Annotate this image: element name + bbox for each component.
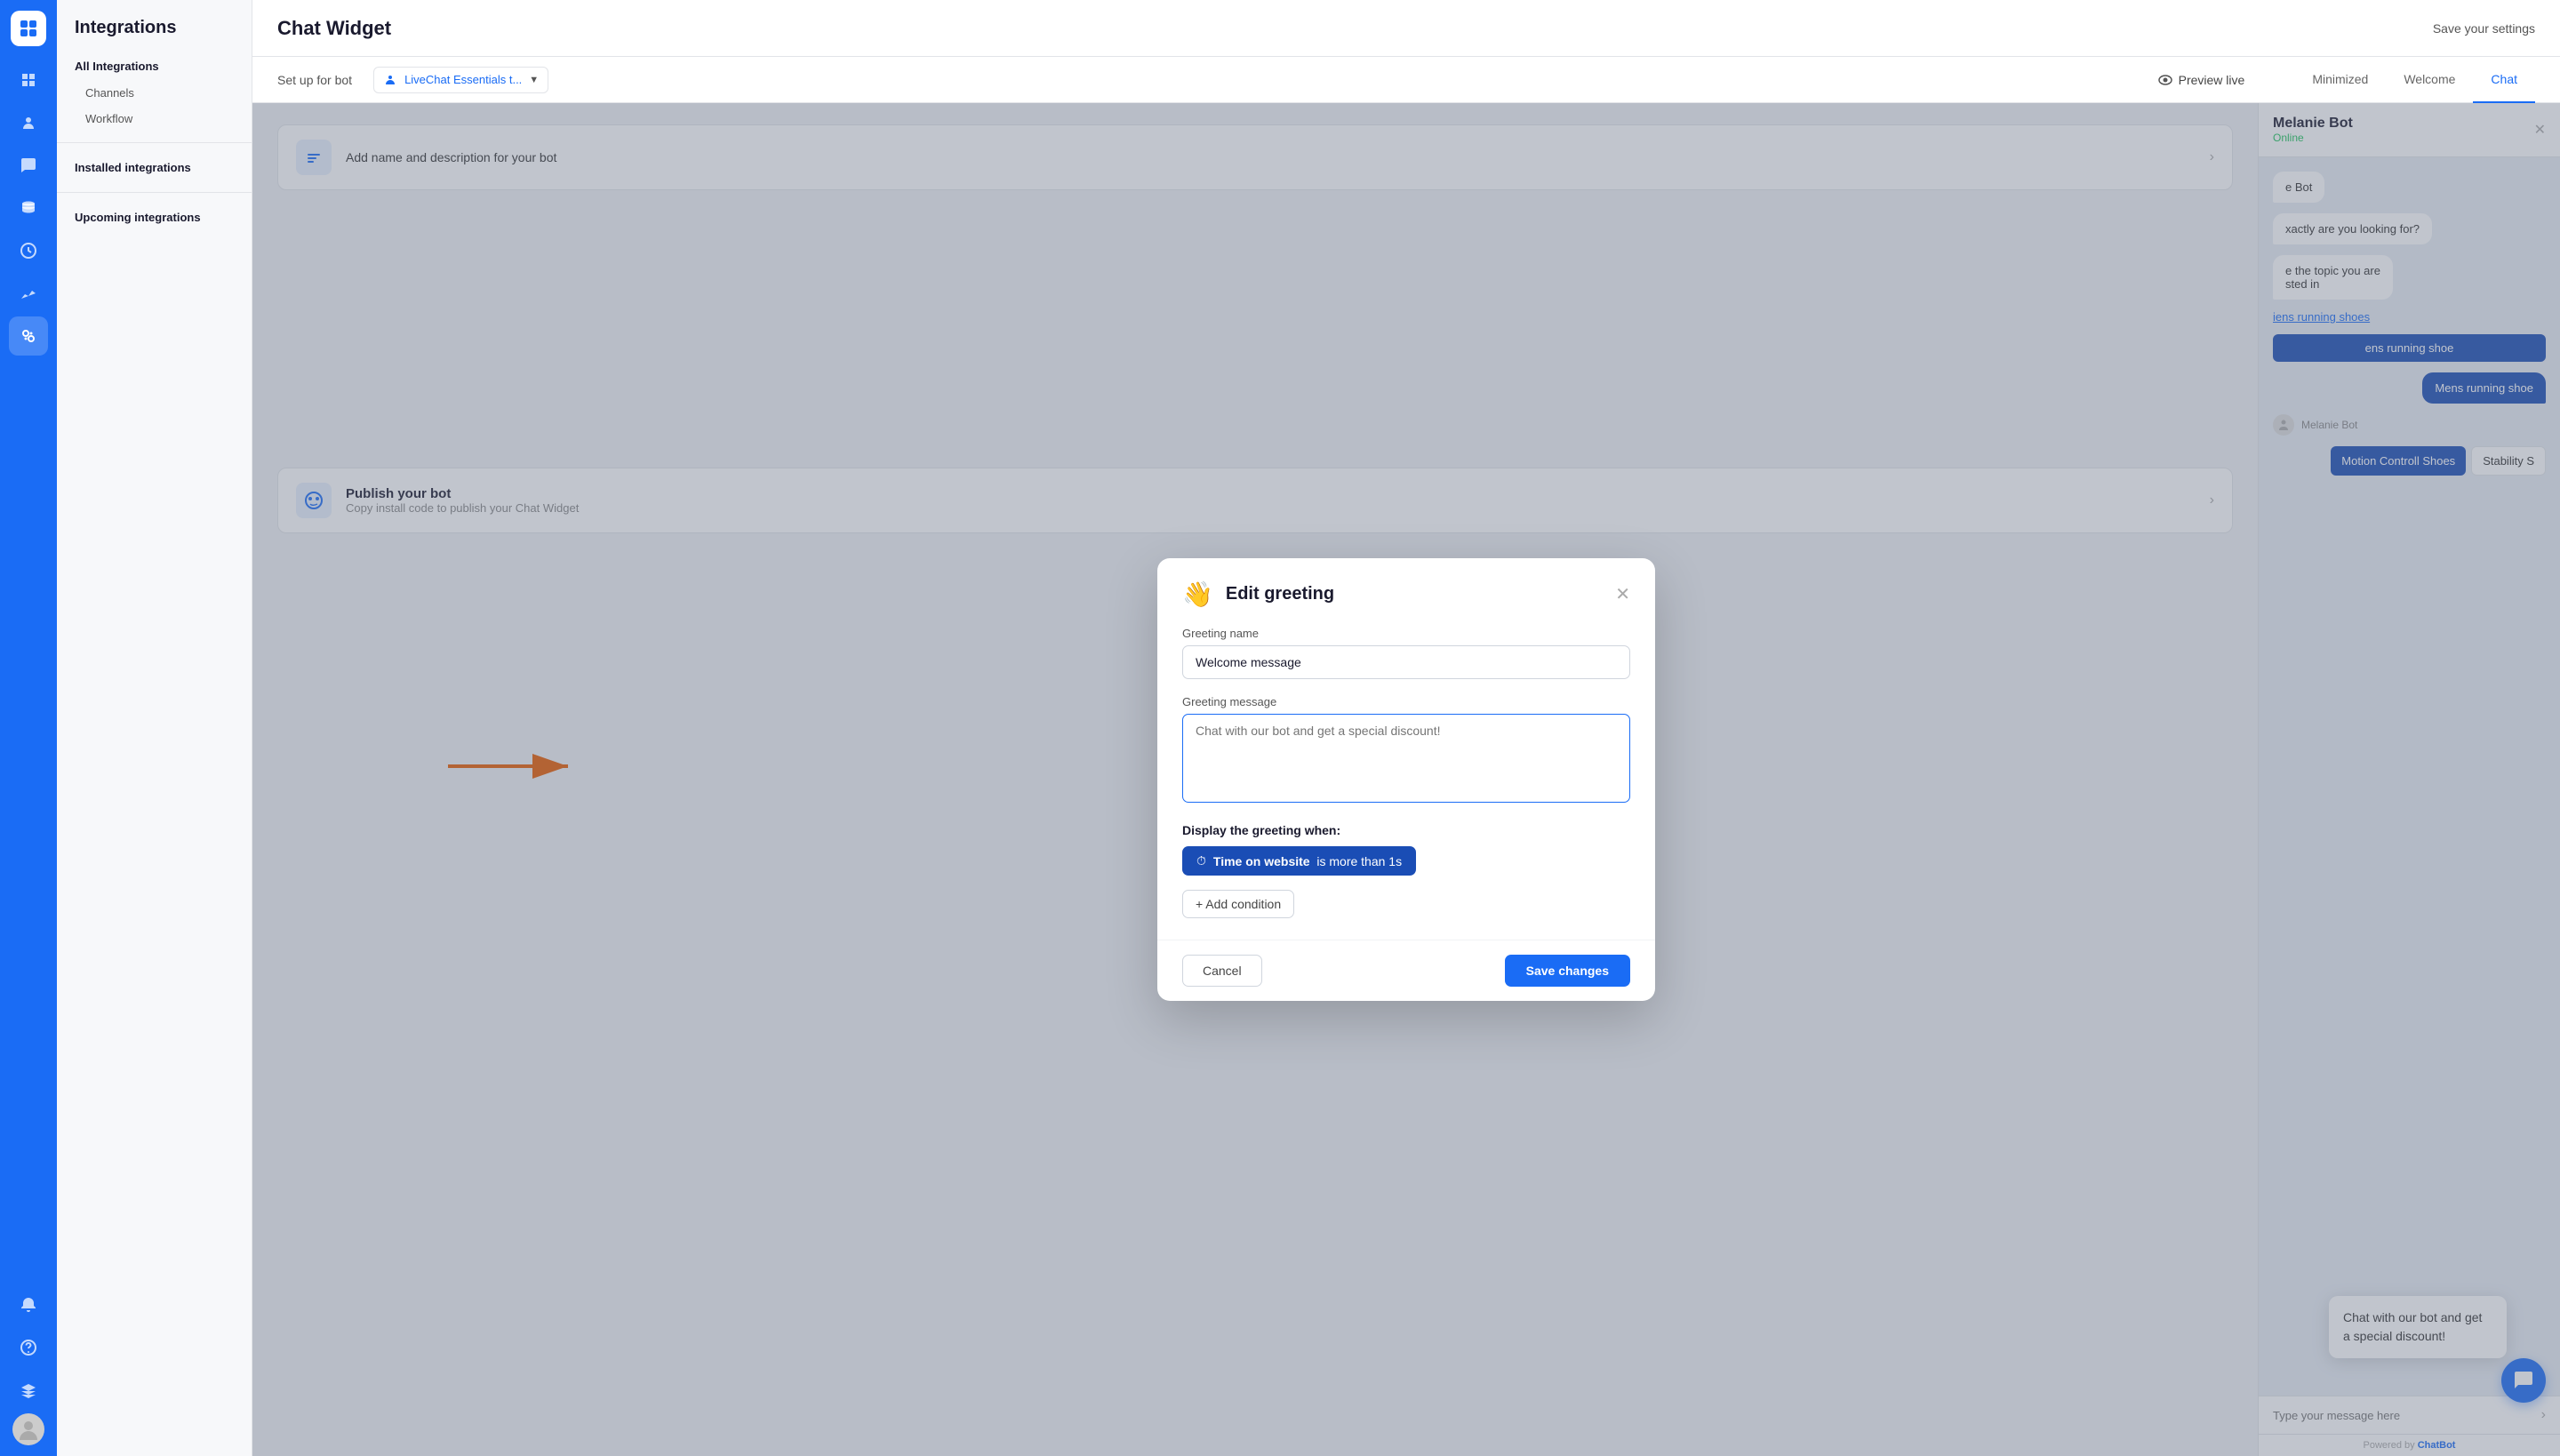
modal-close-button[interactable]: ✕ bbox=[1615, 586, 1630, 604]
database-icon[interactable] bbox=[9, 188, 48, 228]
bot-selector[interactable]: LiveChat Essentials t... ▼ bbox=[373, 67, 548, 93]
add-condition-button[interactable]: + Add condition bbox=[1182, 890, 1294, 918]
content-area: Add name and description for your bot › … bbox=[252, 103, 2560, 1456]
dashboard-icon[interactable] bbox=[9, 60, 48, 100]
condition-tag[interactable]: ⏱ Time on website is more than 1s bbox=[1182, 846, 1416, 876]
greeting-message-textarea[interactable] bbox=[1182, 714, 1630, 803]
greeting-name-group: Greeting name bbox=[1182, 627, 1630, 679]
left-nav-title: Integrations bbox=[57, 18, 252, 52]
user-avatar[interactable] bbox=[12, 1413, 44, 1445]
nav-workflow[interactable]: Workflow bbox=[57, 106, 252, 132]
left-nav: Integrations All Integrations Channels W… bbox=[57, 0, 252, 1456]
page-title: Chat Widget bbox=[277, 17, 391, 40]
nav-divider-1 bbox=[57, 142, 252, 143]
sidebar bbox=[0, 0, 57, 1456]
greeting-icon: 👋 bbox=[1182, 580, 1213, 609]
condition-text: Time on website is more than 1s bbox=[1213, 854, 1402, 868]
academy-icon[interactable] bbox=[9, 1371, 48, 1410]
integrations-icon[interactable] bbox=[9, 316, 48, 356]
setup-label: Set up for bot bbox=[277, 73, 352, 87]
tab-welcome[interactable]: Welcome bbox=[2386, 57, 2473, 103]
bell-icon[interactable] bbox=[9, 1285, 48, 1324]
tab-chat[interactable]: Chat bbox=[2473, 57, 2535, 103]
bot-selector-icon bbox=[383, 73, 397, 87]
save-changes-button[interactable]: Save changes bbox=[1505, 955, 1630, 987]
edit-greeting-modal: 👋 Edit greeting ✕ Greeting name Greeting… bbox=[1157, 558, 1655, 1001]
nav-divider-2 bbox=[57, 192, 252, 193]
greeting-message-label: Greeting message bbox=[1182, 695, 1630, 708]
nav-all-integrations[interactable]: All Integrations bbox=[57, 52, 252, 80]
preview-live-button[interactable]: Preview live bbox=[2157, 72, 2245, 88]
modal-header: 👋 Edit greeting ✕ bbox=[1157, 558, 1655, 627]
bot-selector-label: LiveChat Essentials t... bbox=[404, 73, 522, 86]
app-logo[interactable] bbox=[11, 11, 46, 46]
tab-minimized[interactable]: Minimized bbox=[2294, 57, 2386, 103]
modal-body: Greeting name Greeting message Display t… bbox=[1157, 627, 1655, 940]
chevron-down-icon: ▼ bbox=[529, 75, 539, 85]
modal-footer: Cancel Save changes bbox=[1157, 940, 1655, 1001]
nav-channels[interactable]: Channels bbox=[57, 80, 252, 106]
condition-clock-icon: ⏱ bbox=[1196, 853, 1206, 868]
help-icon[interactable] bbox=[9, 1328, 48, 1367]
main-content: Chat Widget Save your settings Set up fo… bbox=[252, 0, 2560, 1456]
greeting-name-label: Greeting name bbox=[1182, 627, 1630, 640]
analytics-icon[interactable] bbox=[9, 274, 48, 313]
condition-bold: Time on website bbox=[1213, 854, 1310, 868]
nav-upcoming[interactable]: Upcoming integrations bbox=[57, 204, 252, 231]
eye-icon bbox=[2157, 72, 2173, 88]
nav-installed[interactable]: Installed integrations bbox=[57, 154, 252, 181]
chat-icon[interactable] bbox=[9, 146, 48, 185]
clock-icon[interactable] bbox=[9, 231, 48, 270]
sub-bar: Set up for bot LiveChat Essentials t... … bbox=[252, 57, 2560, 103]
greeting-message-group: Greeting message bbox=[1182, 695, 1630, 807]
contacts-icon[interactable] bbox=[9, 103, 48, 142]
modal-title: Edit greeting bbox=[1226, 584, 1603, 604]
top-bar: Chat Widget Save your settings bbox=[252, 0, 2560, 57]
tabs-bar: Minimized Welcome Chat bbox=[2294, 57, 2535, 103]
save-settings-link[interactable]: Save your settings bbox=[2433, 21, 2535, 36]
preview-live-label: Preview live bbox=[2179, 73, 2245, 87]
display-when-label: Display the greeting when: bbox=[1182, 823, 1630, 837]
condition-detail: is more than 1s bbox=[1316, 854, 1402, 868]
modal-overlay: 👋 Edit greeting ✕ Greeting name Greeting… bbox=[252, 103, 2560, 1456]
cancel-button[interactable]: Cancel bbox=[1182, 955, 1262, 987]
greeting-name-input[interactable] bbox=[1182, 645, 1630, 679]
